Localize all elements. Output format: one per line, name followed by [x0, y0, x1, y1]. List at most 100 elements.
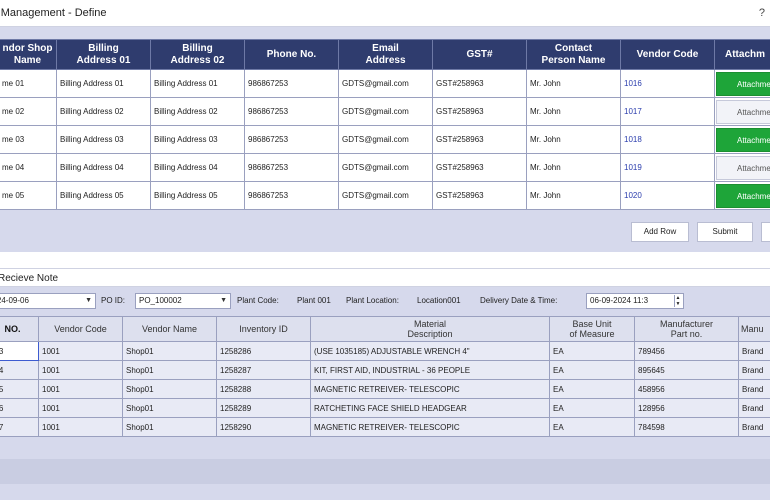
material-description-cell[interactable]: KIT, FIRST AID, INDUSTRIAL - 36 PEOPLE: [310, 360, 550, 380]
manufacturer-part-cell[interactable]: 128956: [634, 398, 739, 418]
vendor-code-cell[interactable]: 1001: [38, 360, 123, 380]
manufacturer-cell[interactable]: Brand: [738, 379, 770, 399]
unit-of-measure-cell[interactable]: EA: [549, 398, 635, 418]
vendor-shop-name-cell[interactable]: me 01: [0, 69, 57, 98]
phone-cell[interactable]: 986867253: [244, 153, 339, 182]
gst-cell[interactable]: GST#258963: [432, 97, 527, 126]
manufacturer-cell[interactable]: Brand: [738, 398, 770, 418]
gst-cell[interactable]: GST#258963: [432, 153, 527, 182]
phone-cell[interactable]: 986867253: [244, 69, 339, 98]
manufacturer-part-cell[interactable]: 789456: [634, 341, 739, 361]
email-cell[interactable]: GDTS@gmail.com: [338, 153, 433, 182]
material-description-cell[interactable]: RATCHETING FACE SHIELD HEADGEAR: [310, 398, 550, 418]
vendor-code-cell[interactable]: 1020: [620, 181, 715, 210]
inventory-id-cell[interactable]: 1258286: [216, 341, 311, 361]
vendor-code-cell[interactable]: 1019: [620, 153, 715, 182]
billing-address-01-cell[interactable]: Billing Address 04: [56, 153, 151, 182]
line-no-cell[interactable]: 006: [0, 398, 39, 418]
contact-person-cell[interactable]: Mr. John: [526, 97, 621, 126]
billing-address-02-cell[interactable]: Billing Address 01: [150, 69, 245, 98]
vendor-name-cell[interactable]: Shop01: [122, 341, 217, 361]
billing-address-02-cell[interactable]: Billing Address 04: [150, 153, 245, 182]
gst-cell[interactable]: GST#258963: [432, 69, 527, 98]
vendor-name-cell[interactable]: Shop01: [122, 398, 217, 418]
billing-address-01-cell[interactable]: Billing Address 02: [56, 97, 151, 126]
unit-of-measure-cell[interactable]: EA: [549, 341, 635, 361]
unit-of-measure-cell[interactable]: EA: [549, 417, 635, 437]
attachment-button[interactable]: Attachme: [716, 183, 770, 208]
phone-cell[interactable]: 986867253: [244, 97, 339, 126]
vendor-shop-name-cell[interactable]: me 02: [0, 97, 57, 126]
vendor-code-cell[interactable]: 1018: [620, 125, 715, 154]
chevron-down-icon: ▼: [85, 297, 92, 304]
vendor-code-cell[interactable]: 1016: [620, 69, 715, 98]
vendor-shop-name-cell[interactable]: me 04: [0, 153, 57, 182]
vendor-code-cell[interactable]: 1017: [620, 97, 715, 126]
material-description-cell[interactable]: MAGNETIC RETREIVER- TELESCOPIC: [310, 417, 550, 437]
vendor-shop-name-cell[interactable]: me 05: [0, 181, 57, 210]
attachment-button[interactable]: Attachme: [716, 127, 770, 152]
date-picker[interactable]: 2024-09-06 ▼: [0, 293, 96, 309]
material-description-cell[interactable]: (USE 1035185) ADJUSTABLE WRENCH 4": [310, 341, 550, 361]
column-header-vendor-name: Vendor Name: [122, 316, 217, 342]
vendor-code-cell[interactable]: 1001: [38, 417, 123, 437]
inventory-id-cell[interactable]: 1258289: [216, 398, 311, 418]
inventory-id-cell[interactable]: 1258288: [216, 379, 311, 399]
billing-address-01-cell[interactable]: Billing Address 01: [56, 69, 151, 98]
extra-button[interactable]: [761, 222, 770, 242]
manufacturer-cell[interactable]: Brand: [738, 417, 770, 437]
material-description-cell[interactable]: MAGNETIC RETREIVER- TELESCOPIC: [310, 379, 550, 399]
manufacturer-part-cell[interactable]: 784598: [634, 417, 739, 437]
manufacturer-part-cell[interactable]: 458956: [634, 379, 739, 399]
delivery-date-time-input[interactable]: 06-09-2024 11:3 ▲ ▼: [586, 293, 684, 309]
line-no-cell[interactable]: 005: [0, 379, 39, 399]
contact-person-cell[interactable]: Mr. John: [526, 153, 621, 182]
email-cell[interactable]: GDTS@gmail.com: [338, 125, 433, 154]
vendor-code-cell[interactable]: 1001: [38, 379, 123, 399]
spinner-icon[interactable]: ▲ ▼: [674, 295, 681, 307]
email-cell[interactable]: GDTS@gmail.com: [338, 97, 433, 126]
billing-address-02-cell[interactable]: Billing Address 03: [150, 125, 245, 154]
column-header-vendor-code: Vendor Code: [38, 316, 123, 342]
column-header-billing-address-02: Billing Address 02: [150, 39, 245, 70]
vendor-code-cell[interactable]: 1001: [38, 398, 123, 418]
phone-cell[interactable]: 986867253: [244, 181, 339, 210]
email-cell[interactable]: GDTS@gmail.com: [338, 69, 433, 98]
contact-person-cell[interactable]: Mr. John: [526, 69, 621, 98]
line-no-cell[interactable]: 004: [0, 360, 39, 380]
unit-of-measure-cell[interactable]: EA: [549, 379, 635, 399]
inventory-id-cell[interactable]: 1258290: [216, 417, 311, 437]
contact-person-cell[interactable]: Mr. John: [526, 181, 621, 210]
gst-cell[interactable]: GST#258963: [432, 125, 527, 154]
line-no-cell[interactable]: 007: [0, 417, 39, 437]
attachment-button[interactable]: Attachme: [716, 155, 770, 180]
manufacturer-cell[interactable]: Brand: [738, 360, 770, 380]
line-no-cell[interactable]: 003: [0, 341, 39, 361]
contact-person-cell[interactable]: Mr. John: [526, 125, 621, 154]
billing-address-02-cell[interactable]: Billing Address 02: [150, 97, 245, 126]
attachment-button[interactable]: Attachme: [716, 71, 770, 96]
help-icon[interactable]: ?: [759, 7, 765, 19]
vendor-shop-name-cell[interactable]: me 03: [0, 125, 57, 154]
email-cell[interactable]: GDTS@gmail.com: [338, 181, 433, 210]
billing-address-02-cell[interactable]: Billing Address 05: [150, 181, 245, 210]
attachment-cell: Attachme: [714, 69, 770, 98]
vendor-name-cell[interactable]: Shop01: [122, 379, 217, 399]
inventory-id-cell[interactable]: 1258287: [216, 360, 311, 380]
submit-button[interactable]: Submit: [697, 222, 753, 242]
billing-address-01-cell[interactable]: Billing Address 03: [56, 125, 151, 154]
add-row-button[interactable]: Add Row: [631, 222, 689, 242]
billing-address-01-cell[interactable]: Billing Address 05: [56, 181, 151, 210]
manufacturer-part-cell[interactable]: 895645: [634, 360, 739, 380]
unit-of-measure-cell[interactable]: EA: [549, 360, 635, 380]
vendor-name-cell[interactable]: Shop01: [122, 360, 217, 380]
vendor-name-cell[interactable]: Shop01: [122, 417, 217, 437]
attachment-button[interactable]: Attachme: [716, 99, 770, 124]
vendor-window-title: r Management - Define: [0, 7, 107, 19]
vendor-management-window: r Management - Define ? ndor Shop Name Bi…: [0, 0, 770, 252]
manufacturer-cell[interactable]: Brand: [738, 341, 770, 361]
gst-cell[interactable]: GST#258963: [432, 181, 527, 210]
po-id-select[interactable]: PO_100002 ▼: [135, 293, 231, 309]
phone-cell[interactable]: 986867253: [244, 125, 339, 154]
vendor-code-cell[interactable]: 1001: [38, 341, 123, 361]
